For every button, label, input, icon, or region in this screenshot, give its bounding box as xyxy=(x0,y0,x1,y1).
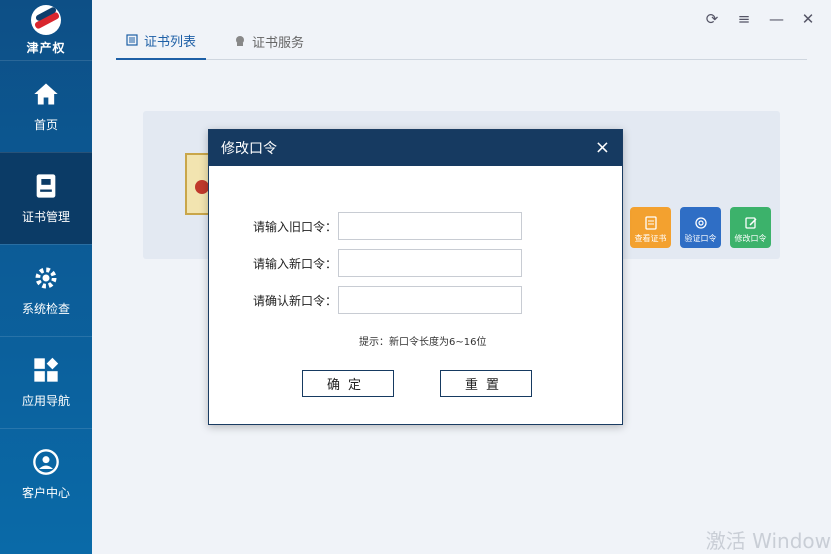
sidebar-item-system-check[interactable]: 系统检查 xyxy=(0,244,92,336)
dialog-header: 修改口令 × xyxy=(209,130,622,166)
sidebar-item-label: 系统检查 xyxy=(21,302,70,316)
sidebar-item-label: 首页 xyxy=(33,118,58,132)
button-label: 查看证书 xyxy=(634,234,667,243)
edit-icon xyxy=(744,217,757,229)
tab-bar: 证书列表 证书服务 xyxy=(116,22,807,60)
apps-icon xyxy=(34,357,59,382)
dialog-title: 修改口令 xyxy=(221,141,277,157)
certificate-icon xyxy=(36,174,56,198)
confirm-pin-row: 请确认新口令： xyxy=(247,286,522,314)
close-icon[interactable]: × xyxy=(595,139,610,157)
button-label: 修改口令 xyxy=(734,234,767,243)
app-name: 津产权 xyxy=(26,40,66,55)
fingerprint-icon xyxy=(694,217,707,229)
tab-label: 证书列表 xyxy=(144,34,197,50)
sidebar-item-customer-center[interactable]: 客户中心 xyxy=(0,428,92,520)
list-icon xyxy=(126,34,138,46)
old-pin-label: 请输入旧口令： xyxy=(252,219,337,234)
confirm-pin-input[interactable] xyxy=(338,286,522,314)
view-certificate-button[interactable]: 查看证书 xyxy=(630,207,671,248)
customer-icon xyxy=(33,449,59,475)
change-pin-dialog: 修改口令 × 请输入旧口令： 请输入新口令： 请确认新口令： 提示：新口令长度为… xyxy=(208,129,623,425)
button-label: 验证口令 xyxy=(684,234,717,243)
tab-certificate-service[interactable]: 证书服务 xyxy=(234,22,304,60)
confirm-pin-label: 请确认新口令： xyxy=(252,293,337,308)
verify-pin-button[interactable]: 验证口令 xyxy=(680,207,721,248)
gear-icon xyxy=(35,267,57,289)
new-pin-label: 请输入新口令： xyxy=(252,256,337,271)
new-pin-row: 请输入新口令： xyxy=(247,249,522,277)
sidebar-item-certificates[interactable]: 证书管理 xyxy=(0,152,92,244)
home-icon xyxy=(34,83,58,105)
new-pin-input[interactable] xyxy=(338,249,522,277)
tab-certificate-list[interactable]: 证书列表 xyxy=(116,22,207,60)
tab-label: 证书服务 xyxy=(252,35,305,51)
sidebar-item-label: 证书管理 xyxy=(21,210,70,224)
sidebar: 津产权 首页 证书管理 系统检查 应用导航 客户中心 xyxy=(0,0,92,554)
sidebar-item-label: 客户中心 xyxy=(21,486,70,500)
app-logo: 津产权 xyxy=(0,0,92,60)
old-pin-input[interactable] xyxy=(338,212,522,240)
sidebar-item-home[interactable]: 首页 xyxy=(0,60,92,152)
service-icon xyxy=(236,36,244,46)
change-pin-button[interactable]: 修改口令 xyxy=(730,207,771,248)
pin-length-hint: 提示：新口令长度为6~16位 xyxy=(359,337,487,348)
activation-watermark: 激活 Window xyxy=(705,529,831,553)
confirm-button[interactable]: 确定 xyxy=(302,370,394,397)
document-icon xyxy=(644,216,657,230)
old-pin-row: 请输入旧口令： xyxy=(247,212,522,240)
sidebar-item-app-nav[interactable]: 应用导航 xyxy=(0,336,92,428)
sidebar-item-label: 应用导航 xyxy=(21,394,70,408)
logo-icon xyxy=(31,4,61,35)
reset-button[interactable]: 重置 xyxy=(440,370,532,397)
